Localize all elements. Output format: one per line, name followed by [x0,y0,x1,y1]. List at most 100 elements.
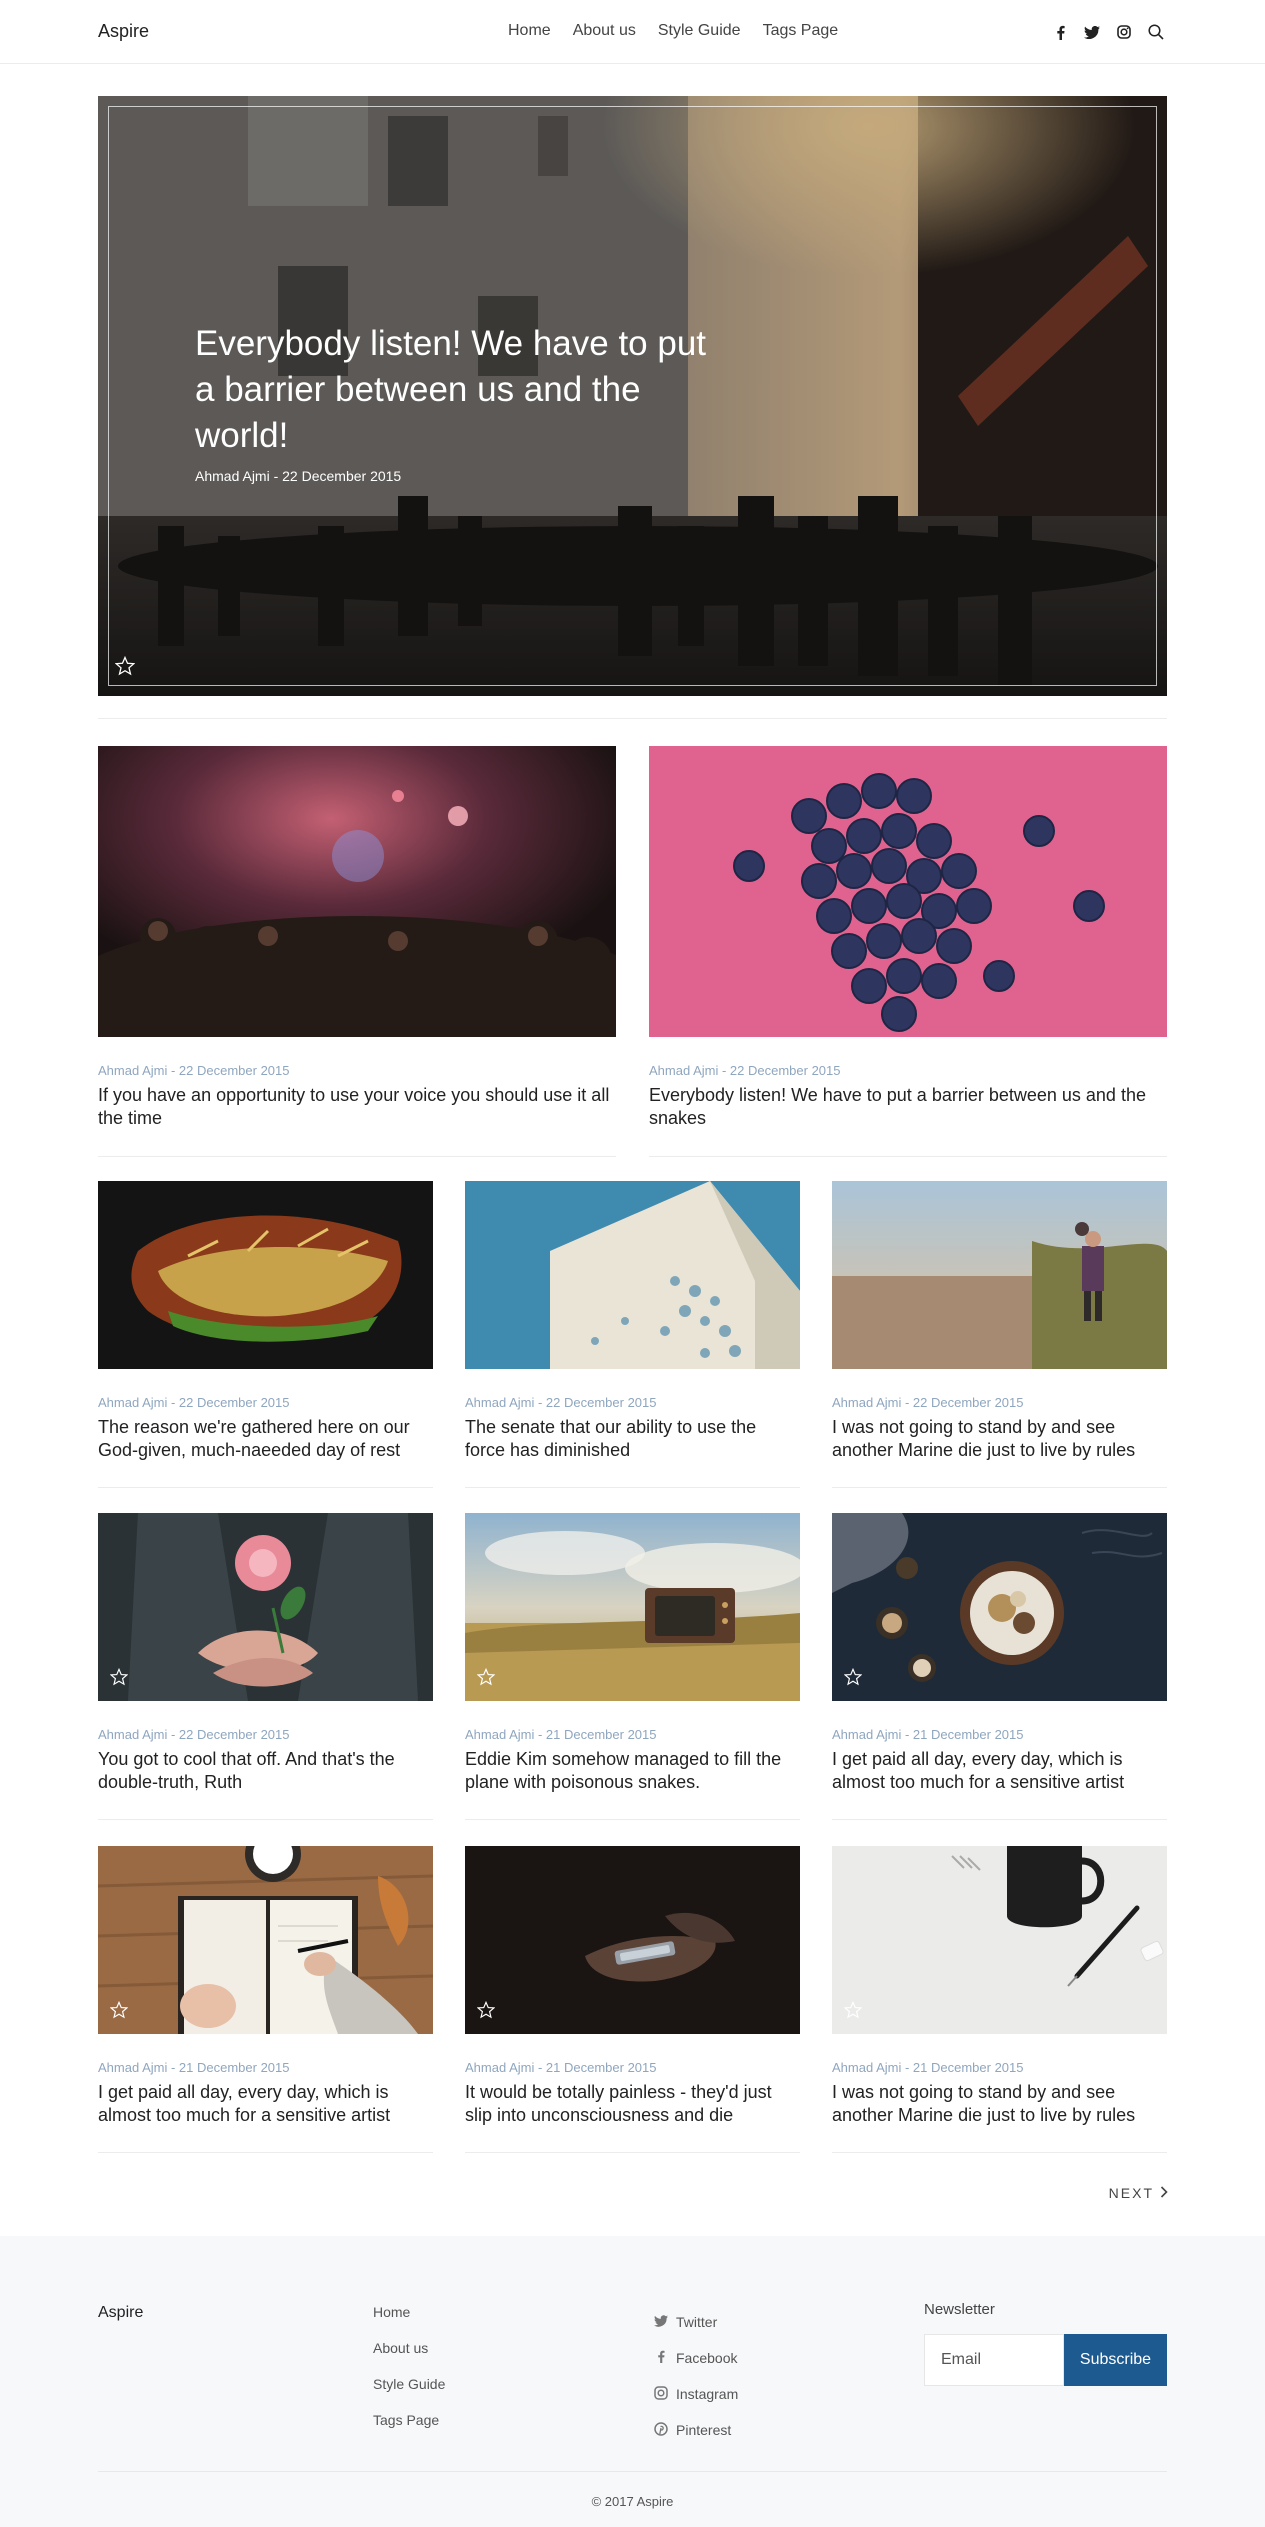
post-title[interactable]: I get paid all day, every day, which is … [832,1748,1167,1794]
twitter-icon[interactable] [1083,23,1101,41]
post-title[interactable]: The reason we're gathered here on our Go… [98,1416,433,1462]
star-icon[interactable] [843,1667,863,1691]
post-title[interactable]: Eddie Kim somehow managed to fill the pl… [465,1748,800,1794]
divider [465,1487,800,1488]
post-thumbnail[interactable] [98,1513,433,1701]
star-icon[interactable] [843,2000,863,2024]
divider [98,1156,616,1157]
post-title[interactable]: I was not going to stand by and see anot… [832,1416,1167,1462]
site-footer: Aspire Home About us Style Guide Tags Pa… [0,2236,1265,2527]
footer-social-twitter[interactable]: Twitter [654,2304,738,2340]
newsletter-label: Newsletter [924,2301,995,2318]
post-thumbnail[interactable] [649,746,1167,1037]
divider [465,1819,800,1820]
post-meta: Ahmad Ajmi - 22 December 2015 [649,1063,841,1078]
post-meta: Ahmad Ajmi - 21 December 2015 [465,2060,657,2075]
post-title[interactable]: If you have an opportunity to use your v… [98,1084,616,1130]
footer-link-about[interactable]: About us [373,2340,445,2376]
post-title[interactable]: I was not going to stand by and see anot… [832,2081,1167,2127]
star-icon[interactable] [109,2000,129,2024]
post-thumbnail[interactable] [832,1846,1167,2034]
featured-post[interactable]: Everybody listen! We have to put a barri… [98,96,1167,696]
post-meta: Ahmad Ajmi - 22 December 2015 [98,1395,290,1410]
divider [832,1819,1167,1820]
post-thumbnail[interactable] [98,746,616,1037]
hero-title[interactable]: Everybody listen! We have to put a barri… [195,321,715,459]
header-social [1051,23,1165,41]
footer-nav: Home About us Style Guide Tags Page [373,2304,445,2448]
post-title[interactable]: The senate that our ability to use the f… [465,1416,800,1462]
post-card[interactable]: Ahmad Ajmi - 22 December 2015 Everybody … [649,746,1167,1157]
post-card[interactable]: Ahmad Ajmi - 21 December 2015 I get paid… [832,1513,1167,1820]
instagram-icon[interactable] [1115,23,1133,41]
post-thumbnail[interactable] [98,1846,433,2034]
facebook-icon[interactable] [1051,23,1069,41]
copyright: © 2017 Aspire [591,2494,674,2509]
nav-style-guide[interactable]: Style Guide [658,22,741,40]
divider [832,1487,1167,1488]
star-icon[interactable] [476,2000,496,2024]
nav-home[interactable]: Home [508,22,551,40]
email-field[interactable] [924,2334,1064,2386]
divider [649,1156,1167,1157]
post-card[interactable]: Ahmad Ajmi - 22 December 2015 You got to… [98,1513,433,1820]
post-card[interactable]: Ahmad Ajmi - 22 December 2015 The senate… [465,1181,800,1488]
post-thumbnail[interactable] [465,1846,800,2034]
post-thumbnail[interactable] [465,1181,800,1369]
footer-social-pinterest[interactable]: Pinterest [654,2412,738,2448]
post-card[interactable]: Ahmad Ajmi - 21 December 2015 It would b… [465,1846,800,2153]
footer-social-facebook[interactable]: Facebook [654,2340,738,2376]
twitter-icon [654,2314,668,2330]
footer-social-instagram[interactable]: Instagram [654,2376,738,2412]
post-thumbnail[interactable] [832,1181,1167,1369]
subscribe-button[interactable]: Subscribe [1064,2334,1167,2386]
divider [98,718,1167,719]
star-icon[interactable] [476,1667,496,1691]
main-nav: Home About us Style Guide Tags Page [508,22,838,40]
site-logo[interactable]: Aspire [98,21,149,42]
post-meta: Ahmad Ajmi - 22 December 2015 [98,1727,290,1742]
post-card[interactable]: Ahmad Ajmi - 21 December 2015 I get paid… [98,1846,433,2153]
footer-link-home[interactable]: Home [373,2304,445,2340]
star-icon[interactable] [109,1667,129,1691]
search-icon[interactable] [1147,23,1165,41]
facebook-icon [654,2350,668,2366]
nav-tags[interactable]: Tags Page [763,22,839,40]
post-thumbnail[interactable] [832,1513,1167,1701]
post-card[interactable]: Ahmad Ajmi - 21 December 2015 I was not … [832,1846,1167,2153]
footer-social-label: Facebook [676,2350,738,2366]
star-icon[interactable] [114,655,136,681]
divider [98,2152,433,2153]
footer-logo[interactable]: Aspire [98,2304,143,2322]
post-meta: Ahmad Ajmi - 21 December 2015 [832,2060,1024,2075]
post-meta: Ahmad Ajmi - 21 December 2015 [832,1727,1024,1742]
post-title[interactable]: I get paid all day, every day, which is … [98,2081,433,2127]
post-card[interactable]: Ahmad Ajmi - 22 December 2015 The reason… [98,1181,433,1488]
divider [98,1487,433,1488]
post-title[interactable]: It would be totally painless - they'd ju… [465,2081,800,2127]
post-thumbnail[interactable] [465,1513,800,1701]
site-header: Aspire Home About us Style Guide Tags Pa… [0,0,1265,64]
hero-meta: Ahmad Ajmi - 22 December 2015 [195,468,402,484]
footer-link-style-guide[interactable]: Style Guide [373,2376,445,2412]
footer-social-label: Instagram [676,2386,739,2402]
post-title[interactable]: You got to cool that off. And that's the… [98,1748,433,1794]
post-card[interactable]: Ahmad Ajmi - 22 December 2015 I was not … [832,1181,1167,1488]
divider [98,1819,433,1820]
divider [465,2152,800,2153]
post-meta: Ahmad Ajmi - 21 December 2015 [98,2060,290,2075]
post-thumbnail[interactable] [98,1181,433,1369]
instagram-icon [654,2385,668,2403]
post-meta: Ahmad Ajmi - 22 December 2015 [832,1395,1024,1410]
post-card[interactable]: Ahmad Ajmi - 21 December 2015 Eddie Kim … [465,1513,800,1820]
next-page-link[interactable]: NEXT [1109,2185,1168,2201]
footer-social-label: Pinterest [676,2422,732,2438]
post-meta: Ahmad Ajmi - 22 December 2015 [98,1063,290,1078]
footer-link-tags[interactable]: Tags Page [373,2412,445,2448]
post-meta: Ahmad Ajmi - 21 December 2015 [465,1727,657,1742]
nav-about[interactable]: About us [573,22,636,40]
divider [832,2152,1167,2153]
post-card[interactable]: Ahmad Ajmi - 22 December 2015 If you hav… [98,746,616,1157]
post-title[interactable]: Everybody listen! We have to put a barri… [649,1084,1167,1130]
next-label: NEXT [1108,2185,1154,2201]
